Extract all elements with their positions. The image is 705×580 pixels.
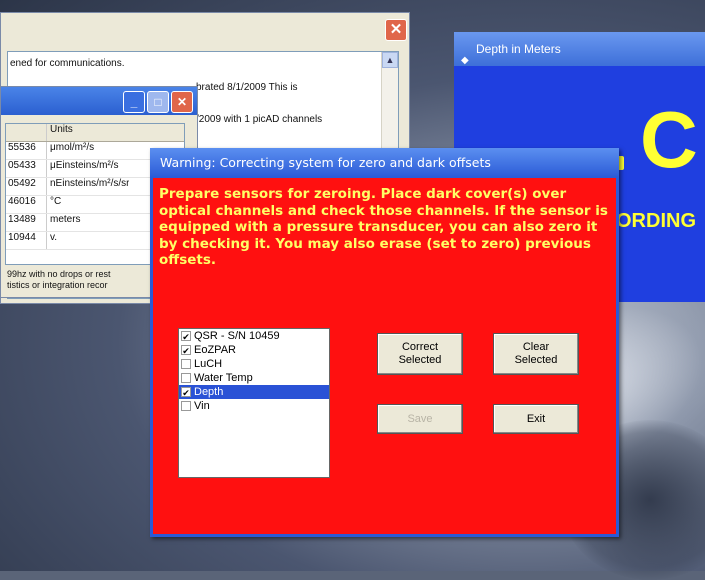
depth-value: C — [640, 95, 698, 184]
units-column-header: Units — [50, 124, 73, 135]
status-note: 99hz with no drops or rest tistics or in… — [7, 269, 111, 290]
checkbox-icon[interactable]: ✔ — [181, 331, 191, 342]
recording-status: ORDING — [616, 210, 696, 232]
table-header: Units — [6, 124, 184, 142]
channel-item[interactable]: ✔ EoZPAR — [179, 343, 329, 357]
clear-selected-button[interactable]: Clear Selected — [493, 333, 579, 375]
checkbox-icon[interactable]: ✔ — [181, 387, 191, 398]
log-line: brated 8/1/2009 This is — [196, 82, 298, 93]
close-icon[interactable]: ✕ — [171, 91, 193, 113]
save-button[interactable]: Save — [377, 404, 463, 434]
log-line: ened for communications. — [10, 58, 125, 69]
channel-item[interactable]: LuCH — [179, 357, 329, 371]
channel-item[interactable]: Water Temp — [179, 371, 329, 385]
zero-offset-dialog: Warning: Correcting system for zero and … — [150, 148, 619, 537]
log-line: /2009 with 1 picAD channels — [196, 114, 323, 125]
close-icon[interactable]: ✕ — [385, 19, 407, 41]
scroll-up-icon[interactable]: ▲ — [382, 52, 398, 68]
channel-checklist[interactable]: ✔ QSR - S/N 10459 ✔ EoZPAR LuCH Water Temp… — [178, 328, 330, 478]
channel-item[interactable]: Vin — [179, 399, 329, 413]
dialog-message: Prepare sensors for zeroing. Place dark … — [159, 186, 608, 268]
minimize-icon[interactable]: _ — [123, 91, 145, 113]
depth-title: Depth in Meters — [476, 42, 561, 56]
correct-selected-button[interactable]: Correct Selected — [377, 333, 463, 375]
units-titlebar[interactable]: _ □ ✕ — [1, 87, 197, 115]
checkbox-icon[interactable]: ✔ — [181, 345, 191, 356]
channel-item[interactable]: ✔ Depth — [179, 385, 329, 399]
checkbox-icon[interactable] — [181, 401, 191, 411]
checkbox-icon[interactable] — [181, 373, 191, 383]
exit-button[interactable]: Exit — [493, 404, 579, 434]
dialog-titlebar[interactable]: Warning: Correcting system for zero and … — [150, 148, 619, 178]
window-icon: ◆ — [461, 55, 469, 66]
channel-item[interactable]: ✔ QSR - S/N 10459 — [179, 329, 329, 343]
checkbox-icon[interactable] — [181, 359, 191, 369]
dialog-title: Warning: Correcting system for zero and … — [160, 155, 491, 170]
depth-titlebar[interactable]: ◆ Depth in Meters — [454, 32, 705, 66]
maximize-icon[interactable]: □ — [147, 91, 169, 113]
